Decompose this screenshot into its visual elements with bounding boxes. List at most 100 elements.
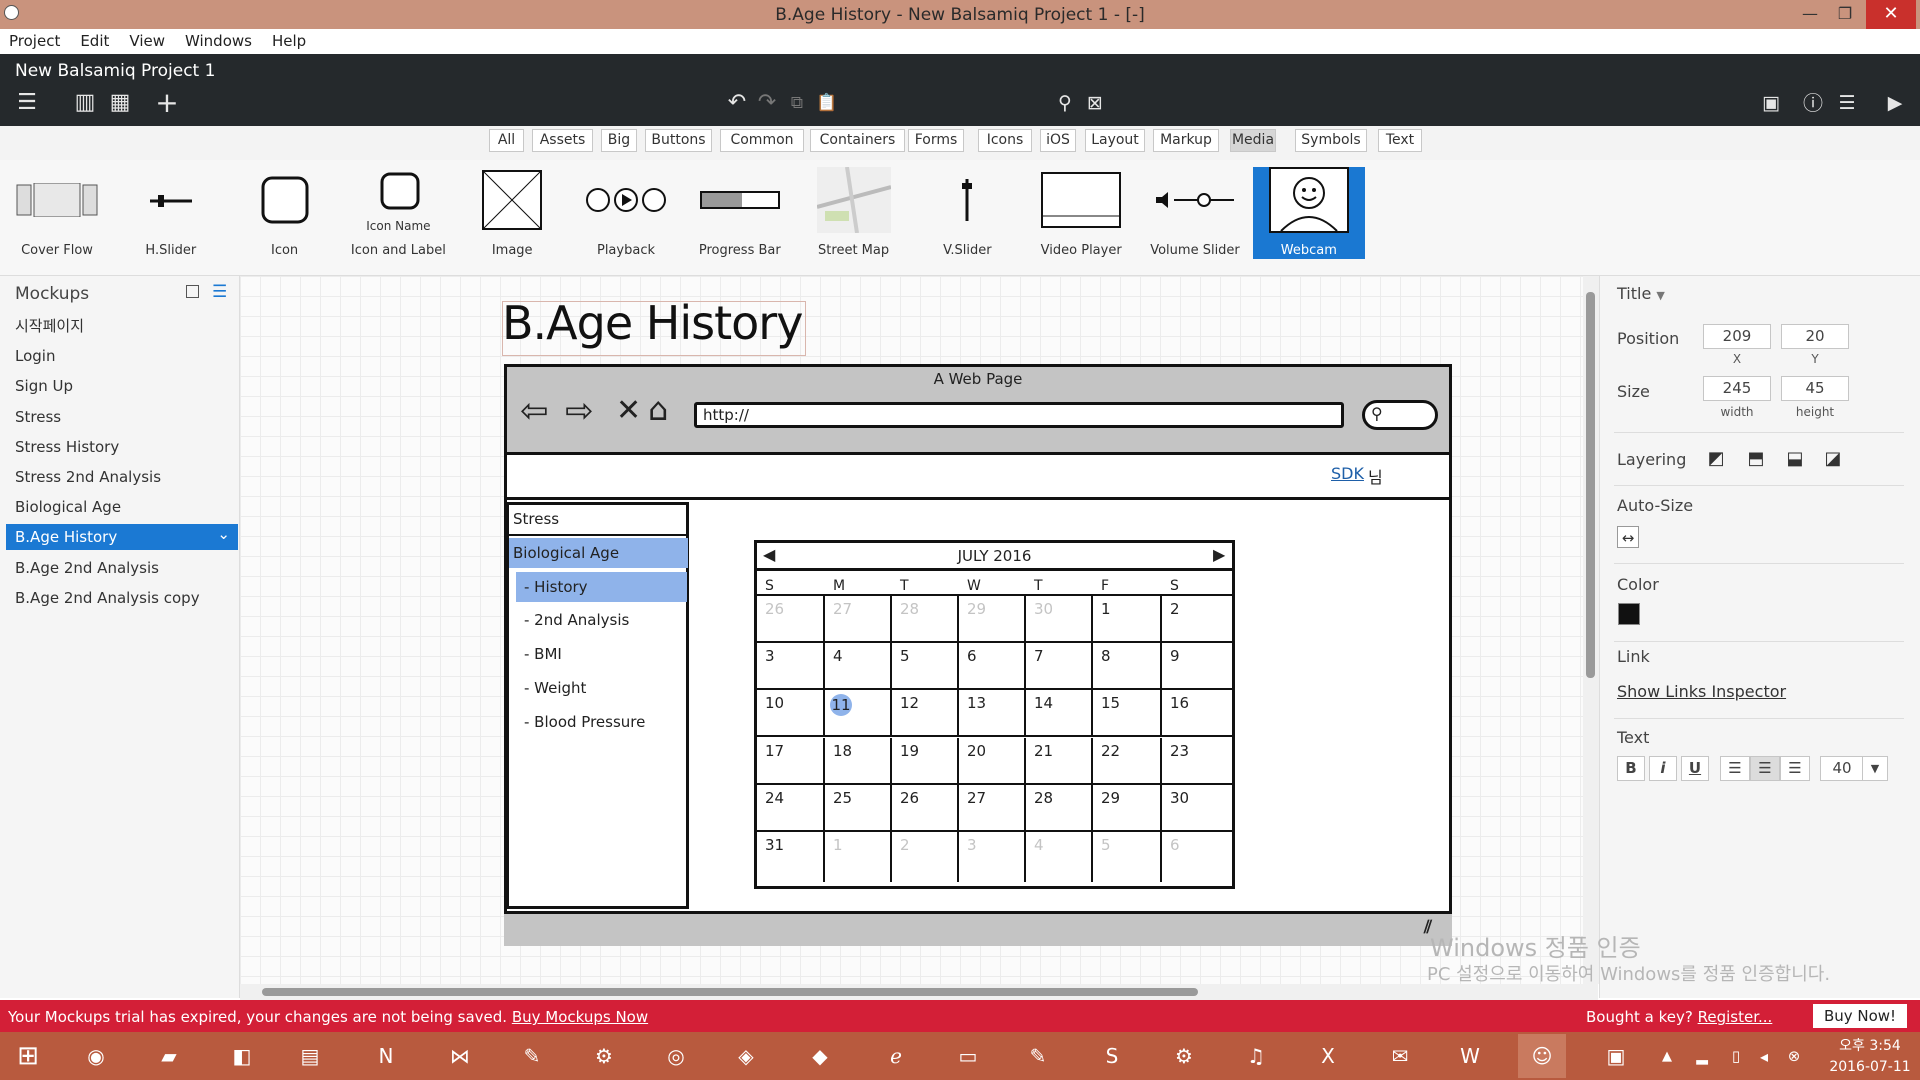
taskbar-excel-icon[interactable]: X [1304, 1034, 1352, 1078]
chevron-down-icon[interactable]: ⌄ [217, 521, 230, 547]
mockup-list-item[interactable]: Biological Age [6, 494, 238, 520]
taskbar-app2-icon[interactable]: ◆ [796, 1034, 844, 1078]
copy-icon[interactable]: ⧉ [784, 91, 810, 115]
autosize-icon[interactable]: ↔ [1617, 526, 1639, 548]
width-field[interactable]: 245 [1703, 376, 1771, 401]
library-item-video-player[interactable]: Video Player [1025, 167, 1137, 259]
hamburger-menu-icon[interactable]: ☰ [14, 91, 40, 115]
properties-icon[interactable]: ▣ [1758, 91, 1784, 115]
tray-network-icon[interactable]: ▂ [1688, 1034, 1716, 1078]
mockup-list-item[interactable]: 시작페이지 [6, 313, 238, 339]
library-item-progress-bar[interactable]: Progress Bar [684, 167, 796, 259]
presentation-icon[interactable]: ▶ [1882, 91, 1908, 115]
library-item-icon-and-label[interactable]: Icon Name Icon and Label [342, 167, 454, 259]
taskbar-evernote-icon[interactable]: ✎ [508, 1034, 556, 1078]
send-backward-icon[interactable]: ⬓ [1784, 448, 1806, 470]
mockup-list-item[interactable]: Sign Up [6, 373, 238, 399]
position-y-field[interactable]: 20 [1781, 324, 1849, 349]
minimize-button[interactable]: — [1790, 0, 1830, 29]
taskbar-android-studio-icon[interactable]: ⚙ [580, 1034, 628, 1078]
notes-icon[interactable]: ☰ [1834, 91, 1860, 115]
align-center-icon[interactable]: ☰ [1750, 756, 1780, 781]
send-to-back-icon[interactable]: ◩ [1705, 448, 1727, 470]
register-link[interactable]: Register... [1698, 1008, 1773, 1026]
taskbar-eclipse-icon[interactable]: ◉ [72, 1034, 120, 1078]
menu-windows[interactable]: Windows [185, 29, 252, 50]
mockup-list-item[interactable]: B.Age 2nd Analysis copy [6, 585, 238, 611]
menu-view[interactable]: View [129, 29, 165, 50]
filter-all[interactable]: All [489, 129, 524, 152]
taskbar-music-icon[interactable]: ♫ [1232, 1034, 1280, 1078]
library-item-h-slider[interactable]: H.Slider [115, 167, 227, 259]
library-item-cover-flow[interactable]: Cover Flow [1, 167, 113, 259]
taskbar-visualstudio-icon[interactable]: ⋈ [436, 1034, 484, 1078]
taskbar-app3-icon[interactable]: ▣ [1592, 1034, 1640, 1078]
bring-forward-icon[interactable]: ⬒ [1745, 448, 1767, 470]
taskbar-clock[interactable]: 오후 3:54 2016-07-11 [1820, 1036, 1920, 1078]
tray-battery-icon[interactable]: ▯ [1724, 1034, 1748, 1078]
height-field[interactable]: 45 [1781, 376, 1849, 401]
taskbar-skype-icon[interactable]: S [1088, 1034, 1136, 1078]
list-view-icon[interactable]: ☰ [212, 282, 227, 302]
info-icon[interactable]: ⓘ [1800, 91, 1826, 115]
taskbar-evernote2-icon[interactable]: ✎ [1014, 1034, 1062, 1078]
filter-big[interactable]: Big [601, 129, 637, 152]
search-icon[interactable]: ⚲ [1052, 91, 1078, 115]
font-size-dropdown-icon[interactable]: ▼ [1862, 756, 1888, 781]
align-right-icon[interactable]: ☰ [1780, 756, 1810, 781]
panel-toggle-icon[interactable]: ▥ [72, 91, 98, 115]
horizontal-scroll-thumb[interactable] [262, 988, 1198, 996]
filter-text[interactable]: Text [1378, 129, 1422, 152]
filter-markup[interactable]: Markup [1153, 129, 1219, 152]
library-item-volume-slider[interactable]: Volume Slider [1139, 167, 1251, 259]
fullscreen-icon[interactable]: ⊠ [1082, 91, 1108, 115]
library-item-webcam[interactable]: Webcam [1252, 167, 1365, 259]
taskbar-kakaotalk-icon[interactable]: ✉ [1376, 1034, 1424, 1078]
align-left-icon[interactable]: ☰ [1720, 756, 1750, 781]
mockup-list-item[interactable]: Stress [6, 404, 238, 430]
close-button[interactable]: ✕ [1866, 0, 1916, 29]
taskbar-settings-icon[interactable]: ⚙ [1160, 1034, 1208, 1078]
inspector-section-title[interactable]: Title ▼ [1617, 284, 1665, 303]
library-item-icon[interactable]: Icon [229, 167, 341, 259]
mockup-list-item[interactable]: Stress History [6, 434, 238, 460]
taskbar-word-icon[interactable]: W [1446, 1034, 1494, 1078]
redo-icon[interactable]: ↷ [754, 91, 780, 115]
filter-containers[interactable]: Containers [810, 129, 905, 152]
bold-button[interactable]: B [1617, 756, 1645, 781]
filter-icons[interactable]: Icons [978, 129, 1032, 152]
menu-project[interactable]: Project [9, 29, 60, 50]
filter-assets[interactable]: Assets [532, 129, 593, 152]
thumbnail-view-icon[interactable] [186, 285, 199, 298]
buy-mockups-link[interactable]: Buy Mockups Now [512, 1008, 648, 1026]
menu-edit[interactable]: Edit [80, 29, 109, 50]
font-size-field[interactable]: 40 [1820, 756, 1864, 781]
underline-button[interactable]: U [1681, 756, 1709, 781]
taskbar-balsamiq-icon[interactable]: ☺ [1518, 1034, 1566, 1078]
mockup-list-item[interactable]: Stress 2nd Analysis [6, 464, 238, 490]
filter-buttons[interactable]: Buttons [645, 129, 712, 152]
add-mockup-icon[interactable]: + [154, 89, 180, 117]
library-item-street-map[interactable]: Street Map [798, 167, 910, 259]
bring-to-front-icon[interactable]: ◪ [1822, 448, 1844, 470]
taskbar-notes-icon[interactable]: ▰ [145, 1034, 193, 1078]
taskbar-terminal-icon[interactable]: ▭ [944, 1034, 992, 1078]
mockup-list-item[interactable]: B.Age 2nd Analysis [6, 555, 238, 581]
library-item-image[interactable]: Image [456, 167, 568, 259]
taskbar-onenote-icon[interactable]: N [362, 1034, 410, 1078]
tray-chevron-icon[interactable]: ▲ [1654, 1034, 1680, 1078]
taskbar-ie-icon[interactable]: ℯ [872, 1034, 920, 1078]
show-links-inspector-link[interactable]: Show Links Inspector [1617, 682, 1786, 701]
start-button-icon[interactable]: ⊞ [4, 1034, 52, 1078]
paste-icon[interactable]: 📋 [814, 91, 840, 115]
italic-button[interactable]: i [1649, 756, 1677, 781]
filter-forms[interactable]: Forms [908, 129, 964, 152]
vertical-scroll-thumb[interactable] [1586, 292, 1595, 678]
maximize-button[interactable]: ❐ [1825, 0, 1865, 29]
taskbar-explorer-icon[interactable]: ▤ [286, 1034, 334, 1078]
undo-icon[interactable]: ↶ [724, 91, 750, 115]
taskbar-chrome-icon[interactable]: ◎ [652, 1034, 700, 1078]
mockup-list-item[interactable]: Login [6, 343, 238, 369]
menu-help[interactable]: Help [272, 29, 306, 50]
tray-notification-icon[interactable]: ⊗ [1782, 1034, 1806, 1078]
